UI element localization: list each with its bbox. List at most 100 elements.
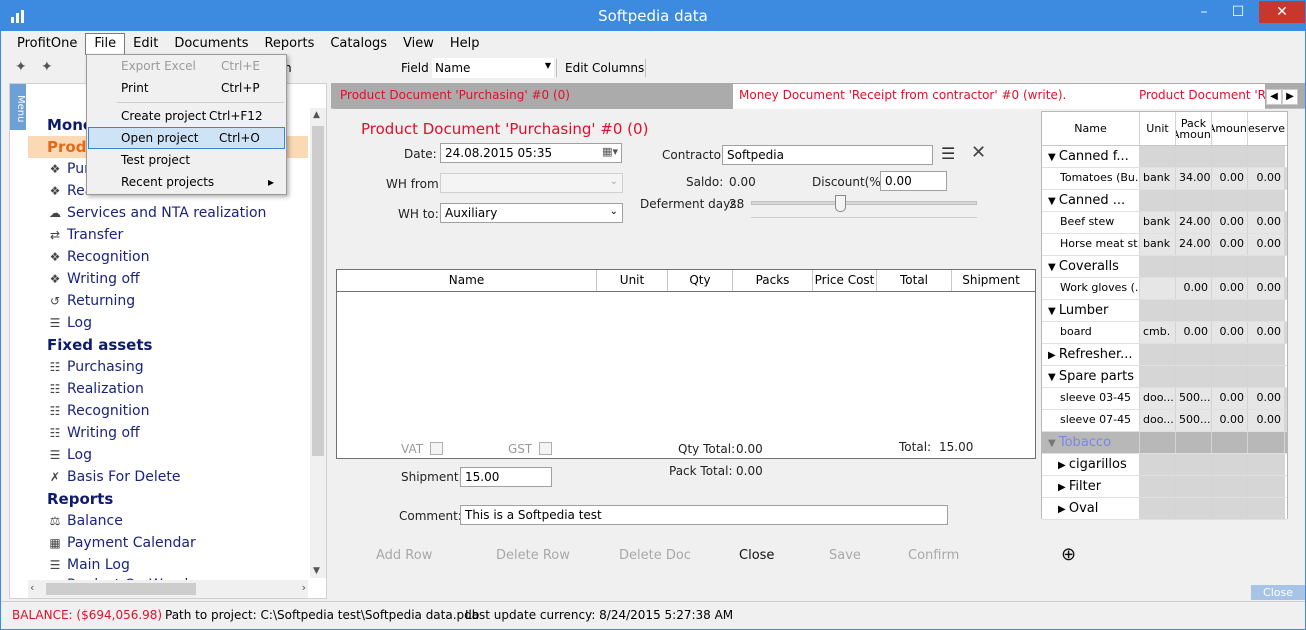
catalog-group-row[interactable]: ▼ Spare parts xyxy=(1042,366,1287,388)
chevron-up-icon[interactable]: ▲ xyxy=(313,110,320,120)
collapse-icon[interactable]: ▼ xyxy=(1048,306,1059,317)
slider-thumb[interactable] xyxy=(834,195,846,212)
delete-row-button[interactable]: Delete Row xyxy=(496,548,570,563)
maximize-button[interactable]: ☐ xyxy=(1223,1,1253,23)
shipment-field[interactable]: 15.00 xyxy=(460,467,552,487)
menu-reports[interactable]: Reports xyxy=(256,33,322,55)
collapse-icon[interactable]: ▼ xyxy=(1048,372,1059,383)
collapse-icon[interactable]: ▼ xyxy=(1048,438,1059,449)
discount-field[interactable]: 0.00 xyxy=(880,171,947,191)
sidebar-item[interactable]: ❖ Writing off xyxy=(47,268,140,290)
sidebar-item[interactable]: ✗ Basis For Delete xyxy=(47,466,180,488)
tab-money-receipt[interactable]: Money Document 'Receipt from contractor'… xyxy=(733,84,1133,109)
menu-test-project[interactable]: Test project xyxy=(88,149,285,171)
chevron-down-icon[interactable]: ▼ xyxy=(313,566,320,576)
wh-from-select[interactable]: ⌄ xyxy=(440,173,623,193)
sidebar-vertical-scrollbar[interactable]: ▲ ▼ xyxy=(310,108,326,578)
catalog-item-row[interactable]: board cmb. 0.00 0.00 0.00 xyxy=(1042,322,1287,344)
sidebar-item[interactable]: ↺ Returning xyxy=(47,290,135,312)
column-unit[interactable]: Unit xyxy=(597,270,668,291)
menu-export-excel[interactable]: Export Excel Ctrl+E xyxy=(88,55,285,77)
menu-vertical-tab[interactable]: Menu xyxy=(10,84,26,130)
tab-scroll-right-icon[interactable]: ▶ xyxy=(1282,89,1298,105)
sidebar-item[interactable]: ☷ Recognition xyxy=(47,400,150,422)
add-doc-icon[interactable]: ✦ xyxy=(15,59,27,75)
catalog-col-reserve[interactable]: eserve xyxy=(1248,112,1285,145)
catalog-col-name[interactable]: Name xyxy=(1042,112,1140,145)
catalog-col-pack-amount[interactable]: Pack Amount xyxy=(1176,112,1212,145)
panel-close-button[interactable]: Close xyxy=(1251,585,1305,600)
catalog-group-row[interactable]: ▼ Canned ... xyxy=(1042,190,1287,212)
chevron-right-icon[interactable]: › xyxy=(302,581,306,594)
menu-help[interactable]: Help xyxy=(442,33,488,55)
sidebar-item[interactable]: ⚖ Balance xyxy=(47,510,123,532)
calendar-icon[interactable]: ▦▾ xyxy=(602,145,618,158)
catalog-item-row[interactable]: Work gloves (... 0.00 0.00 0.00 xyxy=(1042,278,1287,300)
catalog-item-row[interactable]: Horse meat st... bank 24.00 0.00 0.00 xyxy=(1042,234,1287,256)
sidebar-horizontal-scrollbar[interactable]: ‹ › xyxy=(28,580,308,598)
gst-checkbox[interactable] xyxy=(539,442,552,455)
menu-recent-projects[interactable]: Recent projects ▸ xyxy=(88,171,285,193)
sidebar-item[interactable]: ☁ Services and NTA realization xyxy=(47,202,266,224)
catalog-group-row[interactable]: ▶ cigarillos xyxy=(1042,454,1287,476)
catalog-group-row[interactable]: ▶ Oval xyxy=(1042,498,1287,520)
menu-edit[interactable]: Edit xyxy=(125,33,166,55)
menu-print[interactable]: Print Ctrl+P xyxy=(88,77,285,99)
contractor-field[interactable]: Softpedia xyxy=(722,145,933,165)
catalog-group-row[interactable]: ▶ Refresher... xyxy=(1042,344,1287,366)
menu-create-project[interactable]: Create project Ctrl+F12 xyxy=(88,105,285,127)
catalog-group-row[interactable]: ▶ Filter xyxy=(1042,476,1287,498)
confirm-button[interactable]: Confirm xyxy=(908,548,959,563)
sidebar-item[interactable]: ☰ Main Log xyxy=(47,554,130,576)
sidebar-item[interactable]: ❖ Recognition xyxy=(47,246,150,268)
list-icon[interactable]: ☰ xyxy=(941,144,955,163)
delete-doc-button[interactable]: Delete Doc xyxy=(619,548,691,563)
sidebar-item[interactable]: ☰ Log xyxy=(47,444,92,466)
add-circle-icon[interactable]: ⊕ xyxy=(1061,544,1076,565)
scroll-thumb[interactable] xyxy=(312,126,324,456)
sidebar-item[interactable]: ☷ Purchasing xyxy=(47,356,144,378)
sidebar-item[interactable]: ☷ Realization xyxy=(47,378,144,400)
catalog-group-row[interactable]: ▼ Coveralls xyxy=(1042,256,1287,278)
menu-open-project[interactable]: Open project Ctrl+O xyxy=(88,127,285,149)
column-packs[interactable]: Packs xyxy=(733,270,813,291)
catalog-col-unit[interactable]: Unit xyxy=(1140,112,1176,145)
expand-icon[interactable]: ▶ xyxy=(1058,460,1069,471)
wh-to-select[interactable]: Auxiliary ⌄ xyxy=(440,203,623,223)
catalog-col-amount[interactable]: Amount xyxy=(1212,112,1248,145)
column-qty[interactable]: Qty xyxy=(668,270,733,291)
menu-profitone[interactable]: ProfitOne xyxy=(9,33,85,55)
expand-icon[interactable]: ▶ xyxy=(1048,350,1059,361)
catalog-item-row[interactable]: sleeve 03-45 doo... 500... 0.00 0.00 xyxy=(1042,388,1287,410)
close-window-button[interactable]: ✕ xyxy=(1259,1,1305,23)
catalog-group-row[interactable]: ▼ Canned f... xyxy=(1042,146,1287,168)
sidebar-item[interactable]: ☷ Writing off xyxy=(47,422,140,444)
vat-checkbox[interactable] xyxy=(430,442,443,455)
catalog-group-row[interactable]: ▼ Lumber xyxy=(1042,300,1287,322)
menu-view[interactable]: View xyxy=(395,33,442,55)
deferment-slider[interactable] xyxy=(751,195,977,212)
collapse-icon[interactable]: ▼ xyxy=(1048,152,1059,163)
catalog-item-row[interactable]: Tomatoes (Bu... bank 34.00 0.00 0.00 xyxy=(1042,168,1287,190)
column-total[interactable]: Total xyxy=(877,270,952,291)
field-select[interactable]: Name ▼ xyxy=(432,58,554,78)
collapse-icon[interactable]: ▼ xyxy=(1048,262,1059,273)
tab-scroll-left-icon[interactable]: ◀ xyxy=(1266,89,1282,105)
catalog-group-row[interactable]: ▼ Tobacco xyxy=(1042,432,1287,454)
column-price-cost[interactable]: Price Cost xyxy=(813,270,877,291)
collapse-icon[interactable]: ▼ xyxy=(1048,196,1059,207)
expand-icon[interactable]: ▶ xyxy=(1058,482,1069,493)
edit-columns-button[interactable]: Edit Columns xyxy=(565,61,644,75)
sidebar-item[interactable]: ❖ Pur xyxy=(47,158,90,180)
tab-product-purchasing[interactable]: Product Document 'Purchasing' #0 (0) xyxy=(334,84,734,109)
column-shipment[interactable]: Shipment xyxy=(952,270,1030,291)
tab-product-return[interactable]: Product Document 'Ret xyxy=(1133,84,1265,109)
clear-icon[interactable]: ✕ xyxy=(971,142,986,163)
close-document-button[interactable]: Close xyxy=(739,548,774,563)
catalog-item-row[interactable]: sleeve 07-45 doo... 500... 0.00 0.00 xyxy=(1042,410,1287,432)
add-item-icon[interactable]: ✦ xyxy=(41,59,53,75)
save-button[interactable]: Save xyxy=(829,548,861,563)
comment-field[interactable]: This is a Softpedia test xyxy=(460,505,948,525)
sidebar-item[interactable]: ☰ Log xyxy=(47,312,92,334)
catalog-item-row[interactable]: Beef stew bank 24.00 0.00 0.00 xyxy=(1042,212,1287,234)
